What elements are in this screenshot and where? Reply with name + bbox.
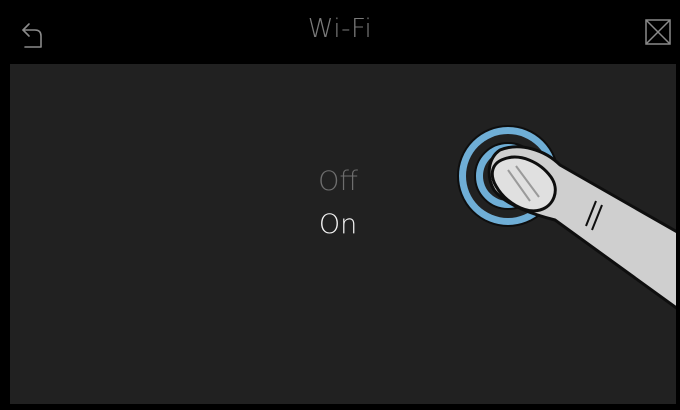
option-on[interactable]: On bbox=[10, 209, 671, 240]
back-button[interactable] bbox=[16, 18, 50, 52]
options-panel: Off On bbox=[10, 64, 676, 404]
close-icon bbox=[645, 19, 671, 45]
page-title: Wi-Fi bbox=[307, 14, 373, 44]
header-bar: Wi-Fi bbox=[0, 0, 680, 64]
wifi-settings-screen: Wi-Fi Off On bbox=[0, 0, 680, 410]
back-arrow-icon bbox=[22, 23, 42, 48]
close-button[interactable] bbox=[645, 19, 671, 45]
option-off[interactable]: Off bbox=[10, 166, 671, 197]
